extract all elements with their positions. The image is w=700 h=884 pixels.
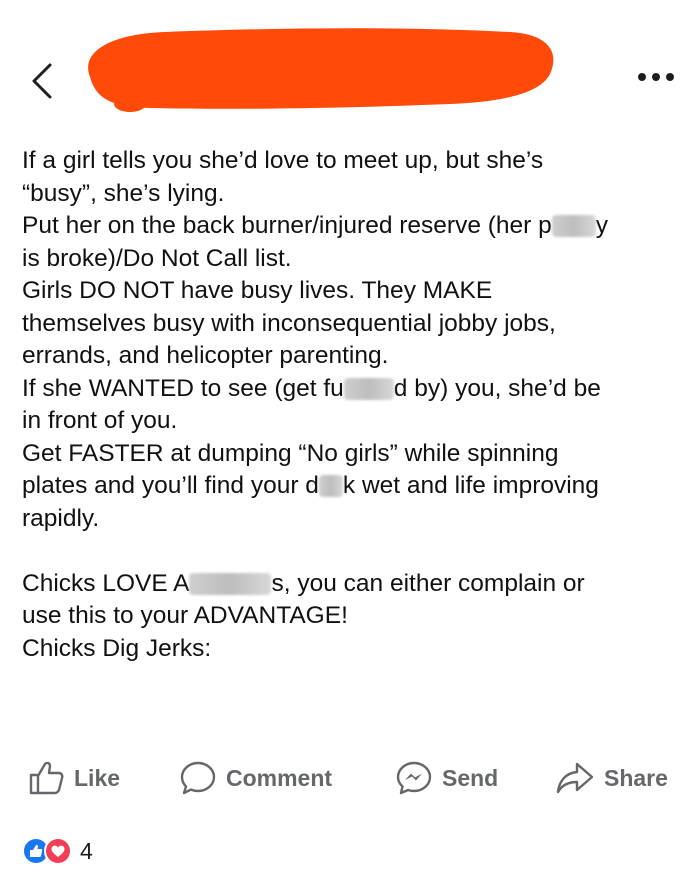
reaction-summary[interactable]: 4	[22, 836, 93, 866]
censor-blur	[189, 572, 272, 595]
love-reaction-icon	[44, 837, 72, 865]
send-label: Send	[442, 764, 499, 791]
comment-button[interactable]: Comment	[180, 760, 332, 796]
messenger-icon	[396, 761, 432, 795]
post-line: If she WANTED to see (get fu d by) you, s…	[22, 374, 601, 402]
post-line: plates and you’ll find your dk wet and l…	[22, 472, 599, 499]
thumbs-up-icon	[29, 761, 64, 795]
comment-bubble-icon	[180, 761, 216, 795]
post-header	[0, 0, 700, 130]
back-arrow-icon[interactable]	[28, 62, 56, 100]
censor-blur	[343, 377, 394, 400]
reaction-count: 4	[80, 837, 93, 864]
like-button[interactable]: Like	[28, 760, 120, 796]
post-line: Chicks LOVE As, you can either complain …	[22, 569, 585, 597]
post-line: Put her on the back burner/injured reser…	[22, 212, 609, 239]
censor-blur	[551, 215, 596, 237]
post-line: rapidly.	[22, 504, 100, 532]
post-line: “busy”, she’s lying.	[22, 179, 225, 207]
post-line: Chicks Dig Jerks:	[22, 634, 212, 662]
post-line: Girls DO NOT have busy lives. They MAKE	[22, 277, 493, 304]
post-line: is broke)/Do Not Call list.	[22, 244, 292, 272]
post-line: If a girl tells you she’d love to meet u…	[22, 147, 544, 174]
post-line: use this to your ADVANTAGE!	[22, 602, 348, 629]
post-action-bar: Like Comment Send Share	[0, 752, 700, 804]
post-line: Get FASTER at dumping “No girls” while s…	[22, 439, 559, 467]
like-label: Like	[74, 764, 121, 791]
post-line: errands, and helicopter parenting.	[22, 342, 389, 369]
redacted-author-name	[88, 28, 554, 112]
post-line: in front of you.	[22, 407, 178, 434]
share-arrow-icon	[556, 762, 594, 794]
censor-blur	[318, 475, 343, 497]
more-options-icon[interactable]	[636, 70, 676, 84]
post-line: themselves busy with inconsequential job…	[22, 309, 556, 337]
share-label: Share	[604, 764, 668, 791]
share-button[interactable]: Share	[556, 760, 668, 796]
post-text: If a girl tells you she’d love to meet u…	[22, 145, 682, 665]
comment-label: Comment	[226, 764, 333, 791]
send-button[interactable]: Send	[396, 760, 498, 796]
